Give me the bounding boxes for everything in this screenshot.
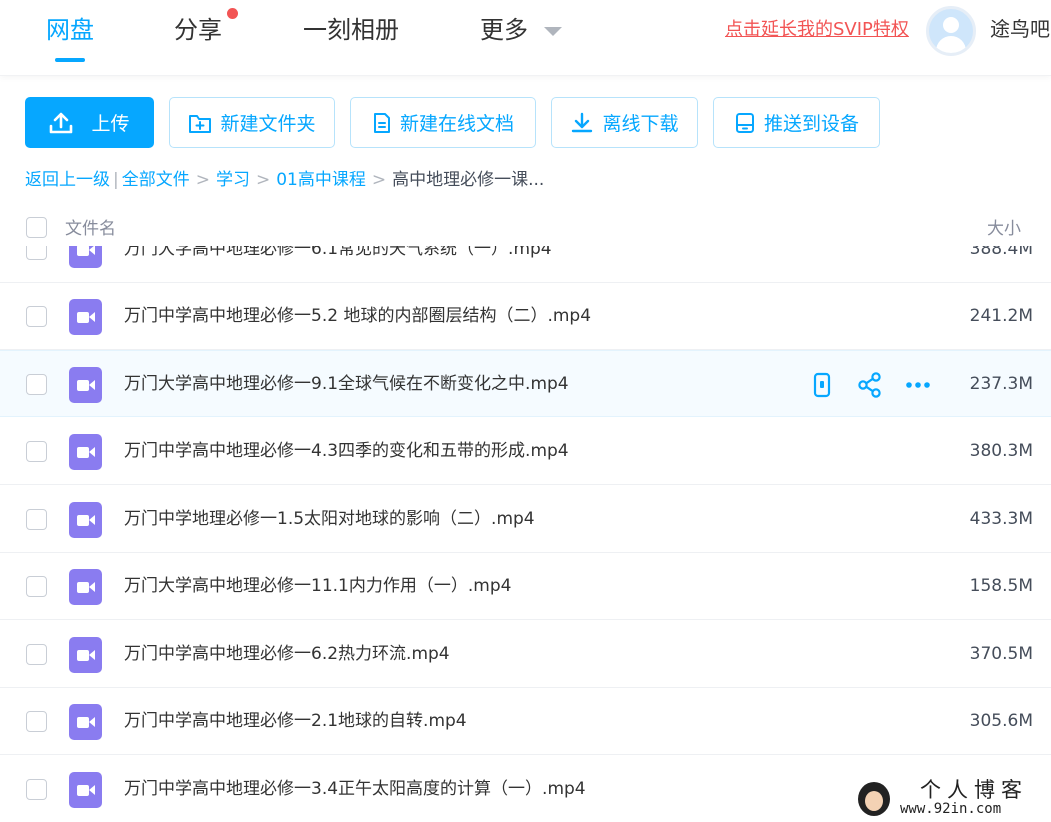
upload-button[interactable]: 上传 xyxy=(25,97,154,148)
row-checkbox[interactable] xyxy=(26,374,47,395)
nav-tab-share[interactable]: 分享 xyxy=(174,14,222,46)
table-row[interactable]: 万门中学高中地理必修一2.1地球的自转.mp4 305.6M xyxy=(0,688,1051,755)
file-name[interactable]: 万门中学高中地理必修一2.1地球的自转.mp4 xyxy=(124,708,467,734)
select-all-checkbox[interactable] xyxy=(26,217,47,238)
table-row[interactable]: 万门大学高中地理必修一11.1内力作用（一）.mp4 158.5M xyxy=(0,553,1051,620)
video-file-icon xyxy=(69,502,102,538)
breadcrumb-separator: > xyxy=(195,170,210,190)
share-icon[interactable] xyxy=(856,371,884,399)
table-row[interactable]: 万门中学高中地理必修一4.3四季的变化和五带的形成.mp4 380.3M xyxy=(0,418,1051,485)
file-size: 237.3M xyxy=(969,374,1033,394)
avatar-head xyxy=(943,17,959,33)
phone-send-icon[interactable] xyxy=(808,371,836,399)
video-file-icon xyxy=(69,367,102,403)
breadcrumb-separator: > xyxy=(371,170,387,190)
offline-download-button[interactable]: 离线下载 xyxy=(551,97,698,148)
breadcrumb-course[interactable]: 01高中课程 xyxy=(276,170,366,190)
header-filename[interactable]: 文件名 xyxy=(65,214,116,239)
file-name[interactable]: 万门中学高中地理必修一5.2 地球的内部圈层结构（二）.mp4 xyxy=(124,303,591,329)
row-checkbox[interactable] xyxy=(26,576,47,597)
file-name[interactable]: 万门中学高中地理必修一4.3四季的变化和五带的形成.mp4 xyxy=(124,438,569,464)
file-size: 305.6M xyxy=(969,711,1033,731)
row-checkbox[interactable] xyxy=(26,644,47,665)
breadcrumb: 返回上一级 | 全部文件 > 学习 >01高中课程 > 高中地理必修一课... xyxy=(25,168,544,192)
row-checkbox[interactable] xyxy=(26,306,47,327)
new-folder-button[interactable]: 新建文件夹 xyxy=(169,97,335,148)
file-name[interactable]: 万门中学高中地理必修一3.4正午太阳高度的计算（一）.mp4 xyxy=(124,776,586,802)
watermark: 个人博客 www.92in.com xyxy=(858,778,1048,820)
push-device-button[interactable]: 推送到设备 xyxy=(713,97,880,148)
avatar[interactable] xyxy=(926,6,976,56)
document-icon xyxy=(373,112,390,133)
breadcrumb-back[interactable]: 返回上一级 xyxy=(25,170,110,190)
upload-label: 上传 xyxy=(91,113,130,135)
device-icon xyxy=(735,112,754,133)
file-size: 380.3M xyxy=(969,441,1033,461)
more-icon[interactable] xyxy=(904,371,932,399)
upload-icon xyxy=(50,112,73,133)
breadcrumb-study[interactable]: 学习 xyxy=(216,170,250,190)
nav-active-underline xyxy=(55,58,85,62)
new-doc-button[interactable]: 新建在线文档 xyxy=(350,97,536,148)
table-row[interactable]: 万门大学高中地理必修一9.1全球气候在不断变化之中.mp4 237.3M xyxy=(0,350,1051,417)
nav-tab-more[interactable]: 更多 xyxy=(480,14,528,46)
breadcrumb-separator: > xyxy=(255,170,271,190)
video-file-icon xyxy=(69,704,102,740)
watermark-logo xyxy=(858,782,890,816)
avatar-body xyxy=(936,36,966,53)
nav-tab-album[interactable]: 一刻相册 xyxy=(303,14,399,46)
header-size[interactable]: 大小 xyxy=(987,214,1021,239)
list-header: 文件名 大小 xyxy=(0,206,1051,246)
file-name[interactable]: 万门大学高中地理必修一11.1内力作用（一）.mp4 xyxy=(124,573,511,599)
file-name[interactable]: 万门中学高中地理必修一6.2热力环流.mp4 xyxy=(124,641,450,667)
file-name[interactable]: 万门中学地理必修一1.5太阳对地球的影响（二）.mp4 xyxy=(124,506,535,532)
row-checkbox[interactable] xyxy=(26,779,47,800)
watermark-text: 个人博客 xyxy=(920,778,1028,802)
breadcrumb-bar: | xyxy=(113,170,119,190)
video-file-icon xyxy=(69,434,102,470)
row-checkbox[interactable] xyxy=(26,509,47,530)
video-file-icon xyxy=(69,569,102,605)
row-checkbox[interactable] xyxy=(26,246,47,260)
new-doc-label: 新建在线文档 xyxy=(399,113,514,135)
folder-add-icon xyxy=(189,114,212,133)
row-checkbox[interactable] xyxy=(26,711,47,732)
file-name[interactable]: 万门大学高中地理必修一9.1全球气候在不断变化之中.mp4 xyxy=(124,371,569,397)
file-size: 433.3M xyxy=(969,509,1033,529)
video-file-icon xyxy=(69,246,102,268)
svip-renew-link[interactable]: 点击延长我的SVIP特权 xyxy=(725,17,909,43)
chevron-down-icon[interactable] xyxy=(544,27,562,36)
file-size: 388.4M xyxy=(969,246,1033,259)
new-folder-label: 新建文件夹 xyxy=(220,113,316,135)
offline-download-label: 离线下载 xyxy=(602,113,679,135)
table-row[interactable]: 万门大学高中地理必修一6.1常见的天气系统（一）.mp4 388.4M xyxy=(0,246,1051,283)
file-list: 万门大学高中地理必修一6.1常见的天气系统（一）.mp4 388.4M 万门中学… xyxy=(0,246,1051,822)
table-row[interactable]: 万门中学高中地理必修一5.2 地球的内部圈层结构（二）.mp4 241.2M xyxy=(0,283,1051,350)
watermark-url: www.92in.com xyxy=(900,801,1002,817)
username[interactable]: 途鸟吧 xyxy=(990,15,1050,43)
notification-dot xyxy=(227,8,238,19)
file-size: 370.5M xyxy=(969,644,1033,664)
video-file-icon xyxy=(69,299,102,335)
video-file-icon xyxy=(69,637,102,673)
breadcrumb-current: 高中地理必修一课... xyxy=(392,170,545,190)
video-file-icon xyxy=(69,772,102,808)
file-name[interactable]: 万门大学高中地理必修一6.1常见的天气系统（一）.mp4 xyxy=(124,246,552,262)
push-device-label: 推送到设备 xyxy=(763,113,859,135)
nav-tab-netdisk[interactable]: 网盘 xyxy=(46,14,94,46)
file-size: 241.2M xyxy=(969,306,1033,326)
download-icon xyxy=(572,112,593,132)
row-checkbox[interactable] xyxy=(26,441,47,462)
breadcrumb-all-files[interactable]: 全部文件 xyxy=(122,170,190,190)
top-nav: 网盘 分享 一刻相册 更多 点击延长我的SVIP特权 途鸟吧 xyxy=(0,0,1051,76)
file-size: 158.5M xyxy=(969,576,1033,596)
table-row[interactable]: 万门中学高中地理必修一6.2热力环流.mp4 370.5M xyxy=(0,621,1051,688)
table-row[interactable]: 万门中学地理必修一1.5太阳对地球的影响（二）.mp4 433.3M xyxy=(0,486,1051,553)
